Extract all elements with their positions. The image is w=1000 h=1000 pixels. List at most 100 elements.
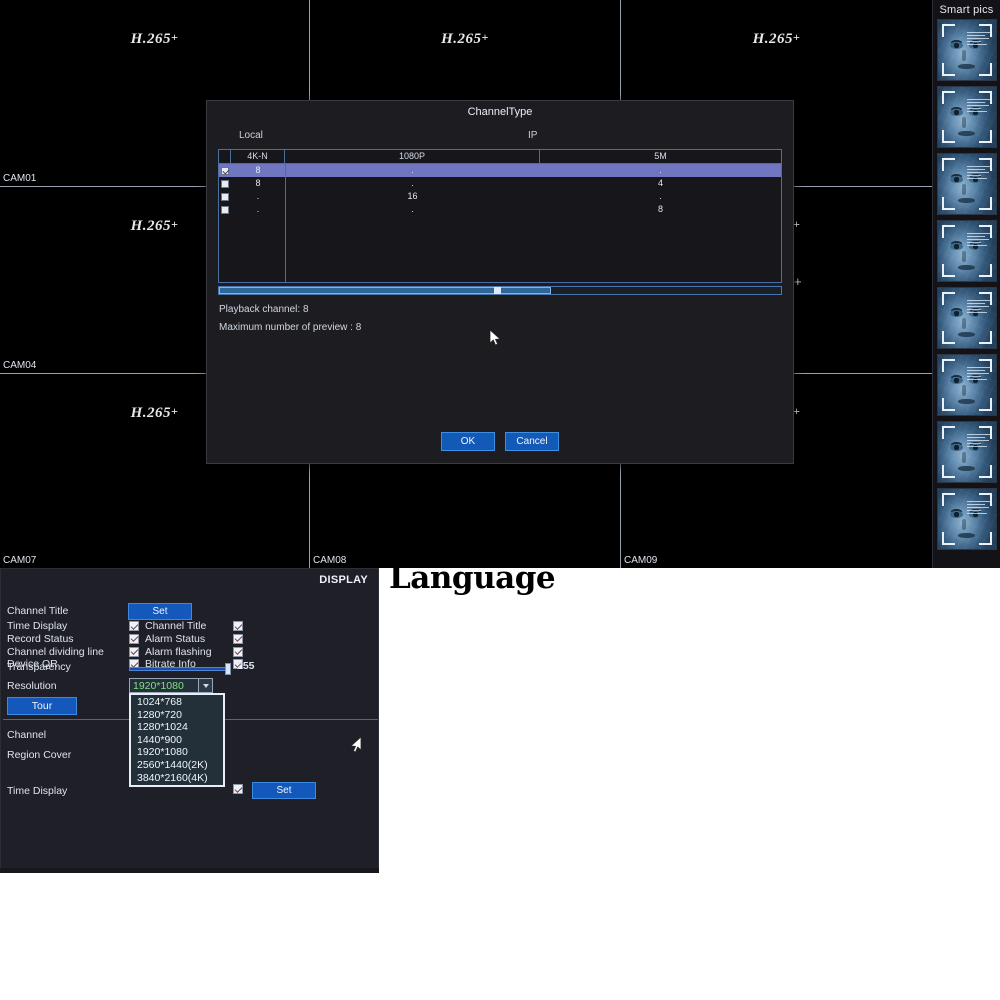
cell-4kn: 8 bbox=[255, 165, 261, 175]
cell-5m: 8 bbox=[657, 204, 663, 214]
resolution-option[interactable]: 3840*2160(4K) bbox=[134, 772, 220, 785]
label-channel-title: Channel Title bbox=[145, 620, 207, 632]
resolution-option[interactable]: 2560*1440(2K) bbox=[134, 759, 220, 772]
transparency-slider-track[interactable] bbox=[129, 667, 227, 671]
table-vertical-divider bbox=[285, 164, 286, 282]
label-channel-dividing-line: Channel dividing line bbox=[7, 645, 104, 658]
row-checkbox[interactable] bbox=[219, 166, 231, 175]
display-panel-bottom-bar bbox=[0, 868, 379, 873]
header-5m: 5M bbox=[654, 151, 667, 161]
face-thumbnail[interactable] bbox=[936, 488, 997, 550]
checkbox-channel-dividing-line[interactable] bbox=[129, 646, 139, 657]
transparency-value: 255 bbox=[237, 660, 255, 672]
cell-1080p: . bbox=[411, 204, 414, 214]
codec-badge: H.265+ bbox=[752, 30, 801, 47]
cell-4kn: 8 bbox=[255, 178, 261, 188]
codec-badge: H.265+ bbox=[441, 30, 489, 47]
channel-title-set-button[interactable]: Set bbox=[128, 603, 192, 620]
face-thumbnail[interactable] bbox=[936, 220, 997, 282]
resolution-option[interactable]: 1280*1024 bbox=[134, 721, 220, 734]
camera-label: CAM09 bbox=[624, 555, 658, 566]
camera-label: CAM04 bbox=[3, 360, 37, 371]
row-checkbox[interactable] bbox=[219, 179, 231, 188]
dialog-group-headers: Local IP bbox=[207, 130, 793, 149]
row-checkbox[interactable] bbox=[219, 205, 231, 214]
language-heading: Language bbox=[389, 560, 556, 596]
bottom-composite-strip: DISPLAY Channel Title Set Time Display Re… bbox=[0, 568, 1000, 1000]
cell-5m: . bbox=[659, 165, 662, 175]
table-row[interactable]: .. 8 bbox=[219, 203, 781, 216]
resolution-select[interactable]: 1920*1080 bbox=[129, 678, 213, 693]
label-transparency: Transparency bbox=[7, 661, 71, 673]
camera-label: CAM07 bbox=[3, 555, 37, 566]
cell-4kn: . bbox=[256, 204, 260, 214]
cell-1080p: . bbox=[411, 165, 414, 175]
camera-label: CAM08 bbox=[313, 555, 347, 566]
header-1080p: 1080P bbox=[285, 150, 540, 163]
resolution-option[interactable]: 1920*1080 bbox=[134, 746, 220, 759]
label-time-display: Time Display bbox=[7, 620, 68, 632]
header-4kn: 4K-N bbox=[231, 150, 285, 163]
transparency-slider-knob[interactable] bbox=[225, 663, 231, 675]
group-ip-label: IP bbox=[528, 130, 538, 141]
cell-4kn: . bbox=[256, 191, 260, 201]
codec-badge: H.265+ bbox=[130, 30, 179, 47]
label-alarm-status: Alarm Status bbox=[145, 632, 206, 645]
dialog-button-row: OK Cancel bbox=[207, 432, 793, 451]
face-thumbnail[interactable] bbox=[936, 19, 997, 81]
label-record-status: Record Status bbox=[7, 632, 74, 645]
label-resolution: Resolution bbox=[7, 680, 57, 692]
cell-5m: . bbox=[659, 191, 662, 201]
tour-button[interactable]: Tour bbox=[7, 697, 77, 715]
row-checkbox[interactable] bbox=[219, 192, 231, 201]
checkbox-time-display[interactable] bbox=[129, 621, 139, 631]
face-thumbnail[interactable] bbox=[936, 153, 997, 215]
cell-5m: 4 bbox=[657, 178, 663, 188]
table-row[interactable]: . 16. bbox=[219, 190, 781, 203]
codec-badge: H.265+ bbox=[130, 217, 179, 234]
table-row[interactable]: 8.. bbox=[219, 164, 781, 177]
label-channel: Channel bbox=[7, 729, 47, 741]
face-thumbnail[interactable] bbox=[936, 86, 997, 148]
dialog-cancel-button[interactable]: Cancel bbox=[505, 432, 559, 451]
resolution-dropdown-list[interactable]: 1024*768 1280*720 1280*1024 1440*900 1920*10… bbox=[129, 693, 225, 788]
checkbox-channel-title[interactable] bbox=[233, 621, 243, 631]
channel-type-table: 4K-N 1080P 5M 8.. 8. 4. 16... 8 bbox=[218, 149, 782, 283]
label-time-display-bottom: Time Display bbox=[7, 785, 68, 797]
chevron-down-icon[interactable] bbox=[198, 679, 212, 692]
display-settings-panel: DISPLAY Channel Title Set Time Display Re… bbox=[0, 568, 379, 869]
label-region-cover: Region Cover bbox=[7, 749, 72, 761]
cell-1080p: 16 bbox=[407, 191, 418, 201]
checkbox-record-status[interactable] bbox=[129, 633, 139, 644]
time-display-set-button[interactable]: Set bbox=[252, 782, 316, 799]
dialog-ok-button[interactable]: OK bbox=[441, 432, 495, 451]
checkbox-alarm-status[interactable] bbox=[233, 633, 243, 644]
resolution-option[interactable]: 1280*720 bbox=[134, 709, 220, 722]
camera-label: CAM01 bbox=[3, 173, 37, 184]
smart-pics-panel: Smart pics bbox=[932, 0, 1000, 568]
header-checkbox-col bbox=[219, 150, 231, 163]
label-alarm-flashing: Alarm flashing bbox=[145, 645, 212, 658]
resolution-option[interactable]: 1440*900 bbox=[134, 734, 220, 747]
dialog-title: ChannelType bbox=[467, 106, 533, 118]
table-header-row: 4K-N 1080P 5M bbox=[219, 150, 781, 164]
face-thumbnail[interactable] bbox=[936, 354, 997, 416]
time-display-checkbox[interactable] bbox=[233, 784, 243, 794]
live-view-area: H.265+CAM01H.265+CAM02H.265+CAM03H.265+C… bbox=[0, 0, 1000, 568]
table-row[interactable]: 8.4 bbox=[219, 177, 781, 190]
checkbox-alarm-flashing[interactable] bbox=[233, 646, 243, 657]
codec-badge: H.265+ bbox=[130, 404, 179, 421]
max-preview-info: Maximum number of preview : 8 bbox=[219, 322, 362, 333]
cell-1080p: . bbox=[411, 178, 414, 188]
face-thumbnail[interactable] bbox=[936, 421, 997, 483]
face-thumbnail[interactable] bbox=[936, 287, 997, 349]
playback-channel-info: Playback channel: 8 bbox=[219, 304, 309, 315]
group-local-label: Local bbox=[239, 130, 263, 141]
resolution-selected-value: 1920*1080 bbox=[133, 679, 184, 692]
table-horizontal-scrollbar[interactable] bbox=[218, 286, 782, 295]
channel-type-dialog: ChannelType Local IP 4K-N 1080P 5M 8..8.… bbox=[206, 100, 794, 464]
scrollbar-grip[interactable] bbox=[494, 287, 502, 294]
display-panel-title: DISPLAY bbox=[319, 574, 368, 586]
resolution-option[interactable]: 1024*768 bbox=[134, 696, 220, 709]
label-channel-title: Channel Title bbox=[7, 605, 69, 617]
